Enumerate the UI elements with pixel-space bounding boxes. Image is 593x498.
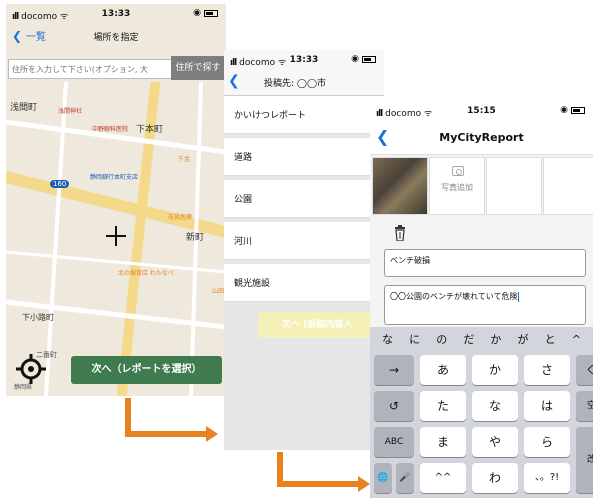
page-title: 場所を指定: [93, 33, 139, 43]
map-view[interactable]: 浅間町 浅間神社 中野眼科医院 下本町 静岡銀行本町支店 千金 160 花見医療…: [6, 82, 226, 396]
status-bar: ıll docomo ᯤ 13:33 ◉: [6, 4, 226, 24]
nav-bar: ❮ 投稿先: ◯◯市: [224, 70, 384, 96]
key-punctuation[interactable]: 、。?!: [524, 463, 570, 493]
map-label: 新町: [186, 233, 205, 243]
key-ma[interactable]: ま: [420, 427, 466, 457]
list-item[interactable]: 道路: [224, 138, 384, 176]
add-photo-label: 写真追加: [441, 183, 473, 192]
address-input[interactable]: [8, 59, 176, 79]
map-label: 北の保育店 わたなべ: [118, 270, 174, 277]
photo-slot[interactable]: [543, 157, 593, 215]
chevron-left-icon: ❮: [228, 73, 240, 89]
current-location-icon[interactable]: [16, 354, 46, 384]
prediction-item[interactable]: だ: [463, 331, 474, 347]
flow-arrow-icon: [277, 452, 370, 492]
globe-key[interactable]: 🌐: [374, 463, 392, 493]
key-ya[interactable]: や: [472, 427, 518, 457]
route-badge: 160: [50, 180, 70, 188]
map-label: 浅間町: [10, 103, 38, 113]
map-label: 千金: [178, 156, 191, 163]
report-form-screen: ıll docomo ᯤ 15:15 ◉ ❮ MyCityReport 写真追加…: [370, 101, 593, 498]
photo-strip: 写真追加: [370, 157, 593, 215]
title-value: ベンチ破損: [390, 256, 430, 265]
map-label: 下小路町: [22, 313, 54, 322]
description-value: 〇〇公園のベンチが壊れていて危険: [390, 292, 518, 301]
key-a[interactable]: あ: [420, 355, 466, 385]
undo-key[interactable]: ↺: [374, 391, 414, 421]
list-item[interactable]: かいけつレポート: [224, 96, 384, 134]
camera-icon: [452, 166, 464, 176]
key-na[interactable]: な: [472, 391, 518, 421]
expand-predictions-icon[interactable]: ^: [572, 333, 581, 346]
search-address-button[interactable]: 住所で探す: [171, 56, 225, 80]
add-photo-button[interactable]: 写真追加: [429, 157, 485, 215]
battery-icon: [362, 55, 376, 63]
text-cursor: [517, 291, 519, 302]
photo-thumbnail[interactable]: [372, 157, 428, 215]
map-label: 下本町: [136, 125, 164, 135]
location-status-icon: ◉: [193, 8, 201, 18]
key-wa[interactable]: わ: [472, 463, 518, 493]
backspace-key[interactable]: ⌫: [576, 355, 593, 385]
page-title: MyCityReport: [439, 131, 524, 144]
key-dakuten[interactable]: ^^: [420, 463, 466, 493]
category-list: かいけつレポート 道路 公園 河川 観光施設: [224, 96, 384, 306]
list-item[interactable]: 公園: [224, 180, 384, 218]
next-enter-content-button[interactable]: 次へ (投稿内容入: [258, 312, 384, 338]
nav-bar: ❮ 一覧 場所を指定: [6, 24, 226, 48]
abc-key[interactable]: ABC: [374, 427, 414, 457]
page-title: 投稿先: ◯◯市: [264, 79, 327, 89]
prediction-item[interactable]: な: [382, 331, 393, 347]
japanese-keyboard: な に の だ か が と ^ → あ か さ ⌫ ↺ た な は 空白 ABC…: [370, 327, 593, 498]
category-screen: ıll docomo ᯤ 13:33 ◉ ❮ 投稿先: ◯◯市 かいけつレポート…: [224, 50, 384, 450]
location-status-icon: ◉: [351, 54, 359, 64]
address-search: 住所で探す: [6, 56, 226, 80]
prediction-bar: な に の だ か が と ^: [370, 327, 593, 351]
map-label: 山田: [212, 288, 225, 295]
key-ka[interactable]: か: [472, 355, 518, 385]
nav-bar: ❮ MyCityReport: [370, 121, 593, 155]
key-ta[interactable]: た: [420, 391, 466, 421]
space-key[interactable]: 空白: [576, 391, 593, 421]
map-label: 静岡銀行本町支店: [90, 174, 139, 181]
status-bar: ıll docomo ᯤ 15:15 ◉: [370, 101, 593, 121]
return-key[interactable]: 改行: [576, 427, 593, 493]
description-field[interactable]: 〇〇公園のベンチが壊れていて危険: [384, 285, 586, 325]
prediction-item[interactable]: か: [490, 331, 501, 347]
trash-icon[interactable]: [394, 225, 406, 241]
prediction-item[interactable]: に: [409, 331, 420, 347]
crosshair-icon: [106, 226, 126, 246]
title-field[interactable]: ベンチ破損: [384, 249, 586, 277]
key-sa[interactable]: さ: [524, 355, 570, 385]
battery-icon: [204, 9, 218, 17]
next-select-report-button[interactable]: 次へ（レポートを選択）: [71, 356, 222, 384]
battery-icon: [571, 106, 585, 114]
list-item[interactable]: 河川: [224, 222, 384, 260]
flow-arrow-icon: [125, 398, 218, 442]
photo-slot[interactable]: [486, 157, 542, 215]
list-item[interactable]: 観光施設: [224, 264, 384, 302]
map-label: 浅間神社: [58, 108, 83, 115]
back-button[interactable]: ❮: [228, 73, 240, 89]
status-bar: ıll docomo ᯤ 13:33 ◉: [224, 50, 384, 70]
location-status-icon: ◉: [560, 105, 568, 115]
map-label: 花見医療: [168, 214, 193, 221]
prediction-item[interactable]: の: [436, 331, 447, 347]
location-screen: ıll docomo ᯤ 13:33 ◉ ❮ 一覧 場所を指定 住所で探す 浅間…: [6, 4, 226, 396]
key-ha[interactable]: は: [524, 391, 570, 421]
prediction-item[interactable]: が: [518, 331, 529, 347]
key-ra[interactable]: ら: [524, 427, 570, 457]
mic-key[interactable]: 🎤: [396, 463, 414, 493]
prediction-item[interactable]: と: [545, 331, 556, 347]
map-label: 中野眼科医院: [92, 126, 129, 133]
arrow-key[interactable]: →: [374, 355, 414, 385]
